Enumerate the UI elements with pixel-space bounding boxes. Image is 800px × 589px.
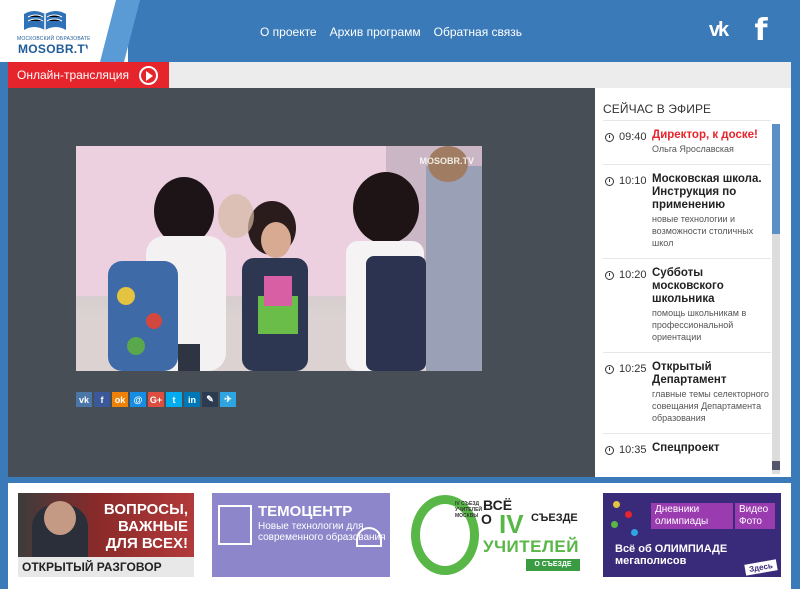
banner-headline: УЧИТЕЛЕЙ (483, 537, 579, 556)
vk-icon[interactable]: vk (698, 14, 738, 46)
schedule-time: 10:20 (619, 269, 647, 281)
banner-headline: Всё об ОЛИМПИАДЕ мегаполисов (615, 543, 728, 567)
schedule-scrollbar[interactable] (772, 124, 780, 474)
odnoklassniki-icon[interactable]: ok (112, 392, 128, 407)
vk-icon[interactable]: vk (76, 392, 92, 407)
schedule-program-desc: главные темы селекторного совещания Депа… (652, 389, 769, 423)
clock-icon (605, 271, 614, 280)
schedule-item[interactable]: 10:35 Спецпроект (603, 433, 771, 464)
banner-teachers-congress[interactable]: IV СЪЕЗД УЧИТЕЛЕЙ МОСКВЫ ВСЁ О IV СЪЕЗДЕ… (409, 493, 585, 577)
banner-headline: О (481, 511, 492, 527)
schedule-program-desc: Ольга Ярославская (652, 144, 734, 154)
clock-icon (605, 446, 614, 455)
online-bar: Онлайн-трансляция (8, 62, 791, 88)
banner-tag: Дневники олимпиады (651, 503, 733, 529)
main-nav: О проекте Архив программ Обратная связь (260, 25, 522, 39)
online-stream-button[interactable]: Онлайн-трансляция (8, 62, 169, 88)
logo-title: MOSOBR.TV (18, 42, 94, 56)
livejournal-icon[interactable]: ✎ (202, 392, 218, 407)
online-stream-label: Онлайн-трансляция (17, 68, 130, 82)
banner-row: ВОПРОСЫ, ВАЖНЫЕ ДЛЯ ВСЕХ! ОТКРЫТЫЙ РАЗГО… (8, 483, 791, 589)
schedule-program-name: Спецпроект (652, 442, 720, 454)
linkedin-icon[interactable]: in (184, 392, 200, 407)
temocenter-logo-icon (218, 505, 252, 545)
banner-headline: ВОПРОСЫ, ВАЖНЫЕ ДЛЯ ВСЕХ! (103, 501, 188, 552)
banner-open-talk[interactable]: ВОПРОСЫ, ВАЖНЫЕ ДЛЯ ВСЕХ! ОТКРЫТЫЙ РАЗГО… (18, 493, 194, 577)
schedule-item[interactable]: 10:10 Московская школа. Инструкция по пр… (603, 164, 771, 258)
facebook-icon[interactable]: f (748, 13, 774, 48)
schedule-list: 09:40 Директор, к доске! Ольга Ярославск… (603, 120, 771, 464)
clock-icon (605, 177, 614, 186)
banner-cta[interactable]: Здесь (744, 559, 778, 576)
video-frame[interactable]: MOSOBR.TV (76, 146, 482, 371)
schedule-item[interactable]: 10:25 Открытый Департамент главные темы … (603, 352, 771, 433)
site-header: МОСКОВСКИЙ ОБРАЗОВАТЕЛЬНЫЙ MOSOBR.TV О п… (0, 0, 800, 62)
schedule-item[interactable]: 09:40 Директор, к доске! Ольга Ярославск… (603, 120, 771, 164)
banner-olympiad[interactable]: Дневники олимпиады Видео Фото Всё об ОЛИ… (603, 493, 781, 577)
googleplus-icon[interactable]: G+ (148, 392, 164, 407)
clock-icon (605, 365, 614, 374)
schedule-time: 10:10 (619, 175, 647, 187)
video-player-area: MOSOBR.TV vk f ok @ G+ t in ✎ ✈ (8, 88, 595, 477)
banner-tag: Видео Фото (735, 503, 775, 529)
scrollbar-thumb[interactable] (772, 124, 780, 234)
banner-headline: IV (499, 509, 524, 539)
banner-headline: ТЕМОЦЕНТР (258, 503, 353, 520)
clock-icon (605, 133, 614, 142)
banner-caption: ОТКРЫТЫЙ РАЗГОВОР (18, 557, 194, 577)
play-icon (139, 65, 159, 85)
schedule-title: СЕЙЧАС В ЭФИРЕ (603, 102, 712, 116)
facebook-icon[interactable]: f (94, 392, 110, 407)
banner-person (44, 501, 76, 535)
nav-archive[interactable]: Архив программ (330, 25, 421, 39)
scrollbar-arrow[interactable] (772, 461, 780, 470)
video-watermark: MOSOBR.TV (419, 156, 474, 166)
schedule-item[interactable]: 10:20 Субботы московского школьника помо… (603, 258, 771, 352)
banner-small-text: IV СЪЕЗД УЧИТЕЛЕЙ МОСКВЫ (455, 501, 483, 519)
twitter-icon[interactable]: t (166, 392, 182, 407)
schedule-time: 09:40 (619, 131, 647, 143)
share-bar: vk f ok @ G+ t in ✎ ✈ (76, 392, 236, 407)
schedule-program-name: Директор, к доске! (652, 129, 758, 141)
banner-temocenter[interactable]: ТЕМОЦЕНТР Новые технологии для современн… (212, 493, 390, 577)
arch-icon (356, 527, 382, 547)
schedule-time: 10:25 (619, 363, 647, 375)
nav-feedback[interactable]: Обратная связь (434, 25, 522, 39)
schedule-program-desc: помощь школьникам в профессиональной ори… (652, 308, 747, 342)
schedule-program-name: Московская школа. Инструкция по применен… (652, 173, 762, 211)
schedule-panel: СЕЙЧАС В ЭФИРЕ 09:40 Директор, к доске! … (595, 88, 791, 477)
yandex-icon[interactable]: ✈ (220, 392, 236, 407)
about-congress-button[interactable]: О СЪЕЗДЕ (526, 559, 580, 571)
schedule-program-name: Субботы московского школьника (652, 267, 724, 305)
banner-headline: СЪЕЗДЕ (531, 512, 578, 524)
schedule-time: 10:35 (619, 444, 647, 456)
book-icon (24, 11, 66, 30)
schedule-program-desc: новые технологии и возможности столичных… (652, 214, 754, 248)
schedule-program-name: Открытый Департамент (652, 361, 727, 386)
video-scene (108, 146, 482, 371)
nav-about[interactable]: О проекте (260, 25, 317, 39)
moimir-icon[interactable]: @ (130, 392, 146, 407)
